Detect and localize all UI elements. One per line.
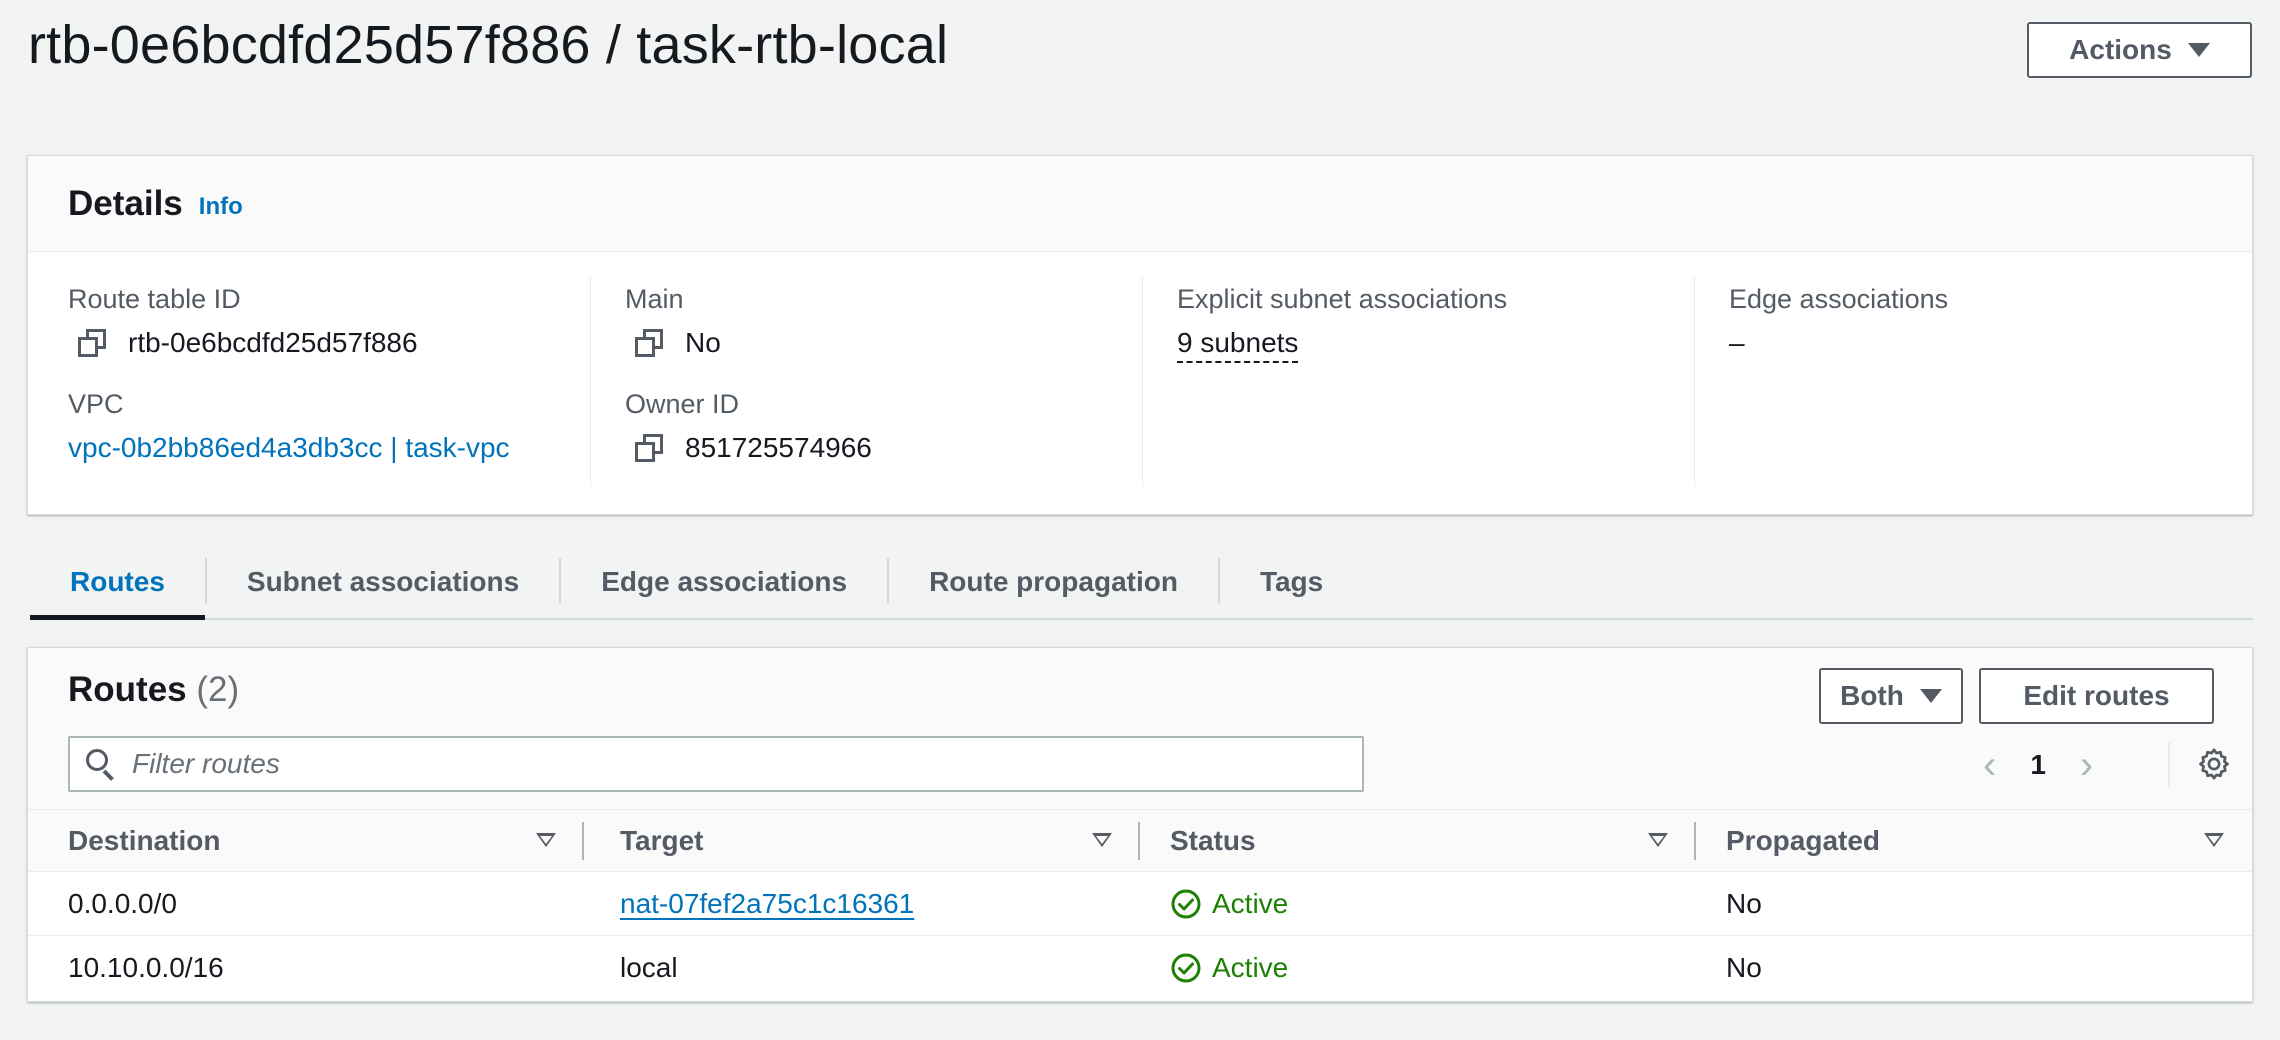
route-filter-dropdown[interactable]: Both bbox=[1819, 668, 1963, 724]
column-header-destination[interactable]: Destination bbox=[28, 810, 584, 871]
details-column-1: Route table ID rtb-0e6bcdfd25d57f886 VPC… bbox=[28, 276, 590, 486]
details-panel: Details Info Route table ID rtb-0e6bcdfd… bbox=[27, 155, 2253, 515]
propagated-cell: No bbox=[1726, 887, 1762, 919]
column-header-label: Status bbox=[1170, 824, 1256, 856]
caret-down-icon bbox=[1919, 689, 1942, 703]
edge-associations-label: Edge associations bbox=[1729, 284, 1949, 314]
routes-table: Destination Target Status Propagated 0.0… bbox=[28, 810, 2252, 1000]
status-cell: Active bbox=[1140, 872, 1696, 935]
column-header-label: Target bbox=[620, 824, 704, 856]
owner-id-label: Owner ID bbox=[625, 389, 740, 419]
tab-tags[interactable]: Tags bbox=[1220, 546, 1363, 618]
table-header-row: Destination Target Status Propagated bbox=[28, 810, 2252, 872]
filter-routes-search[interactable] bbox=[68, 736, 1364, 792]
details-column-4: Edge associations – bbox=[1694, 276, 2254, 486]
sort-icon[interactable] bbox=[1648, 833, 1668, 847]
sort-icon[interactable] bbox=[1092, 833, 1112, 847]
details-column-3: Explicit subnet associations 9 subnets bbox=[1142, 276, 1694, 486]
owner-id-value: 851725574966 bbox=[685, 432, 872, 463]
propagated-cell: No bbox=[1726, 952, 1762, 983]
status-cell: Active bbox=[1140, 936, 1696, 1000]
column-header-label: Destination bbox=[68, 824, 221, 856]
chevron-left-icon[interactable]: ‹ bbox=[1983, 745, 1996, 785]
column-header-label: Propagated bbox=[1726, 824, 1881, 856]
sort-icon[interactable] bbox=[2204, 833, 2224, 847]
column-header-propagated[interactable]: Propagated bbox=[1696, 810, 2252, 871]
details-column-2: Main No Owner ID 851725574966 bbox=[590, 276, 1142, 486]
tab-route-propagation[interactable]: Route propagation bbox=[889, 546, 1218, 618]
tab-subnet-associations[interactable]: Subnet associations bbox=[207, 546, 559, 618]
table-row: 10.10.0.0/16 local Active No bbox=[28, 936, 2252, 1000]
table-row: 0.0.0.0/0 nat-07fef2a75c1c16361 Active N… bbox=[28, 872, 2252, 936]
gear-icon[interactable] bbox=[2196, 746, 2232, 782]
routes-count: (2) bbox=[196, 670, 240, 709]
page-number[interactable]: 1 bbox=[2030, 749, 2046, 781]
actions-label: Actions bbox=[2069, 34, 2172, 65]
check-circle-icon bbox=[1171, 953, 1201, 983]
status-badge: Active bbox=[1170, 952, 1288, 984]
search-icon bbox=[86, 749, 116, 781]
main-value: No bbox=[685, 327, 721, 358]
edge-associations-value: – bbox=[1729, 327, 1745, 358]
details-header: Details Info bbox=[28, 156, 2252, 252]
status-text: Active bbox=[1212, 952, 1289, 983]
tab-routes[interactable]: Routes bbox=[30, 546, 205, 620]
column-header-target[interactable]: Target bbox=[584, 810, 1140, 871]
status-text: Active bbox=[1212, 887, 1289, 919]
destination-cell: 0.0.0.0/0 bbox=[68, 887, 177, 919]
route-table-id-label: Route table ID bbox=[68, 284, 241, 314]
routes-header: Routes (2) Both Edit routes ‹ 1 › bbox=[28, 648, 2252, 810]
vpc-link[interactable]: vpc-0b2bb86ed4a3db3cc | task-vpc bbox=[68, 432, 590, 464]
pagination: ‹ 1 › bbox=[1983, 740, 2093, 790]
copy-icon[interactable] bbox=[635, 329, 663, 357]
target-link[interactable]: nat-07fef2a75c1c16361 bbox=[620, 888, 914, 920]
info-link[interactable]: Info bbox=[199, 193, 243, 221]
explicit-subnets-value[interactable]: 9 subnets bbox=[1177, 327, 1299, 363]
chevron-right-icon[interactable]: › bbox=[2080, 745, 2093, 785]
target-cell: local bbox=[620, 952, 678, 983]
route-table-page: rtb-0e6bcdfd25d57f886 / task-rtb-local A… bbox=[0, 0, 2280, 1040]
check-circle-icon bbox=[1171, 889, 1201, 918]
pager-divider bbox=[2168, 742, 2170, 788]
copy-icon[interactable] bbox=[78, 329, 106, 357]
status-badge: Active bbox=[1170, 888, 1288, 920]
routes-title-text: Routes bbox=[68, 670, 187, 709]
details-title: Details bbox=[68, 183, 183, 223]
caret-down-icon bbox=[2187, 43, 2210, 57]
route-table-id-value: rtb-0e6bcdfd25d57f886 bbox=[128, 327, 418, 358]
column-header-status[interactable]: Status bbox=[1140, 810, 1696, 871]
destination-cell: 10.10.0.0/16 bbox=[68, 952, 224, 983]
page-title: rtb-0e6bcdfd25d57f886 / task-rtb-local bbox=[28, 15, 949, 75]
tab-bar: Routes Subnet associations Edge associat… bbox=[30, 546, 2253, 620]
main-label: Main bbox=[625, 284, 684, 314]
explicit-subnets-label: Explicit subnet associations bbox=[1177, 284, 1508, 314]
routes-title: Routes (2) bbox=[68, 670, 239, 710]
routes-panel: Routes (2) Both Edit routes ‹ 1 › bbox=[27, 647, 2253, 1002]
target-cell: nat-07fef2a75c1c16361 bbox=[584, 872, 1140, 935]
copy-icon[interactable] bbox=[635, 434, 663, 462]
route-filter-label: Both bbox=[1840, 680, 1904, 711]
sort-icon[interactable] bbox=[536, 833, 556, 847]
actions-button[interactable]: Actions bbox=[2027, 22, 2252, 78]
filter-routes-input[interactable] bbox=[132, 748, 1332, 780]
edit-routes-button[interactable]: Edit routes bbox=[1979, 668, 2214, 724]
tab-edge-associations[interactable]: Edge associations bbox=[561, 546, 887, 618]
vpc-label: VPC bbox=[68, 389, 124, 419]
